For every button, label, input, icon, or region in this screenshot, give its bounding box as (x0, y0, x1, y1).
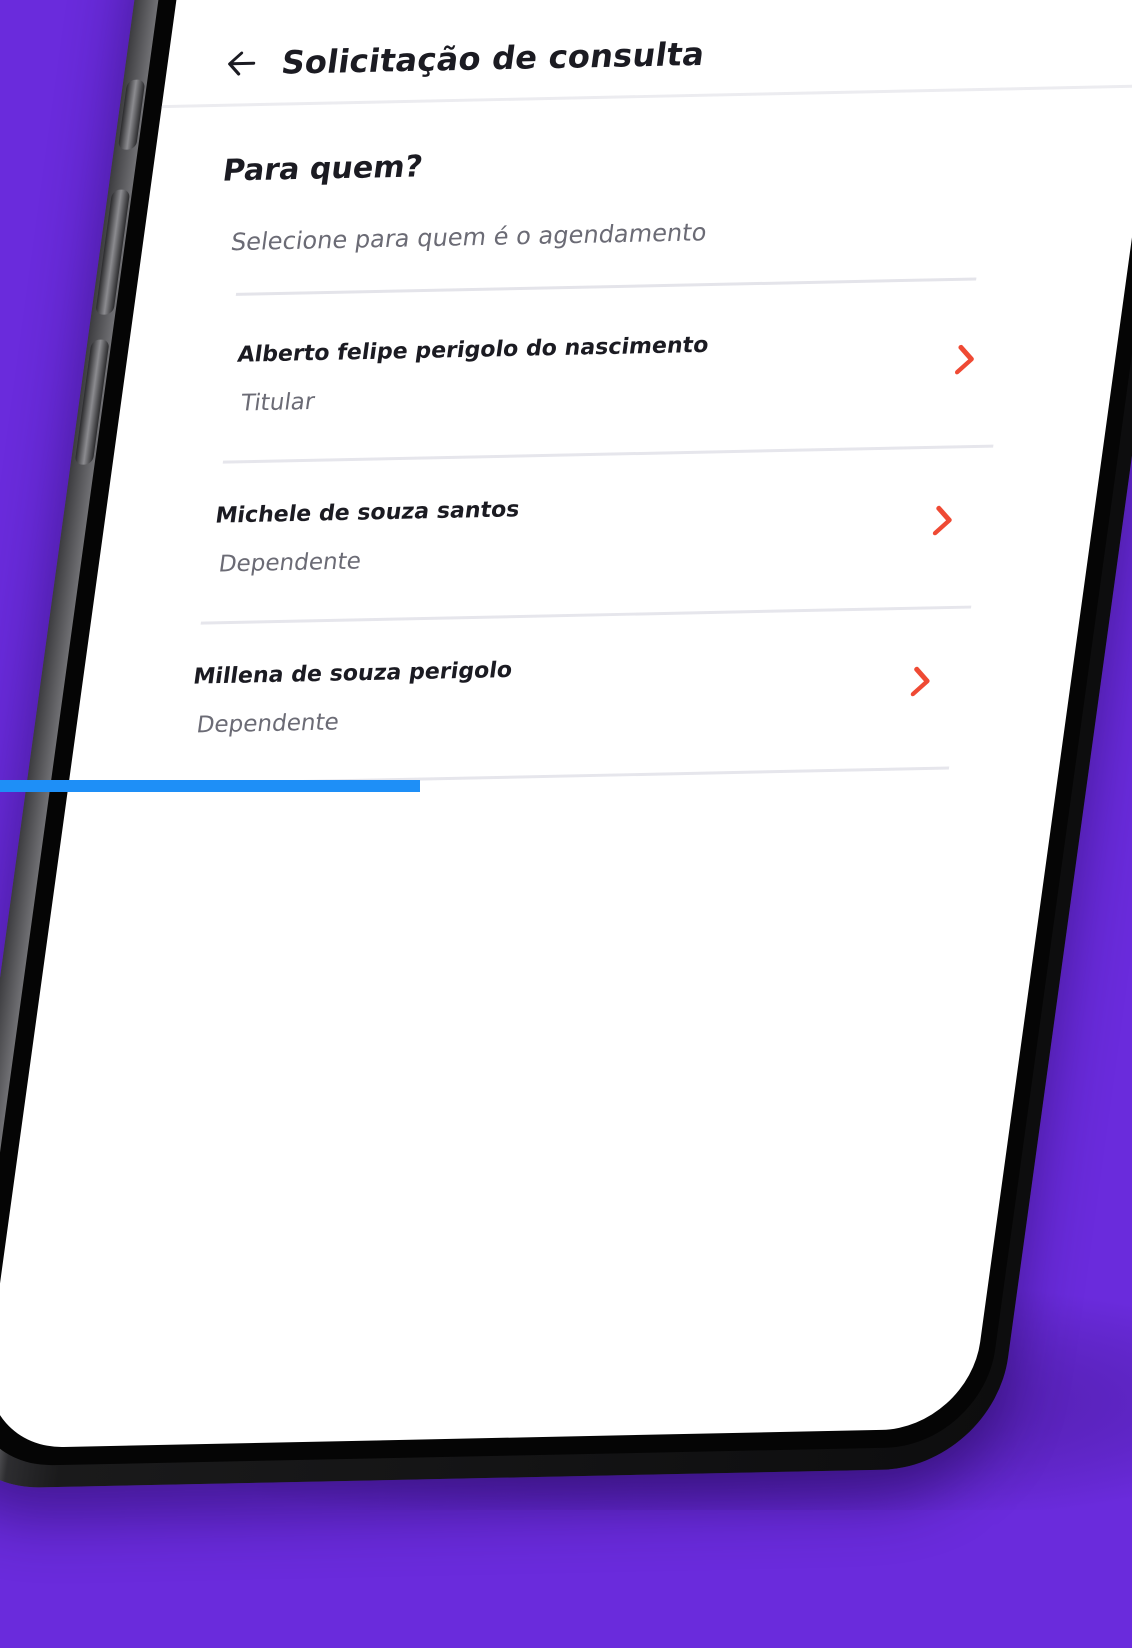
arrow-left-icon[interactable] (221, 45, 262, 82)
person-name: Millena de souza perigolo (191, 657, 514, 690)
section-subtitle: Selecione para quem é o agendamento (229, 218, 709, 257)
person-role: Dependente (217, 548, 363, 578)
person-role: Dependente (194, 709, 341, 739)
phone-mockup: Solicitação de consulta Para quem? Selec… (0, 0, 1132, 1490)
chevron-right-icon[interactable] (931, 504, 957, 536)
chevron-right-icon[interactable] (953, 343, 979, 375)
page-title: Solicitação de consulta (279, 34, 707, 82)
decorative-horizontal-line-blue (0, 780, 420, 792)
phone-screen: Solicitação de consulta Para quem? Selec… (0, 0, 1132, 1449)
person-name: Alberto felipe perigolo do nascimento (235, 332, 711, 368)
chevron-right-icon[interactable] (909, 665, 935, 697)
list-item-person-millena[interactable]: Millena de souza perigolo Dependente (178, 608, 971, 786)
list-item-person-michele[interactable]: Michele de souza santos Dependente (200, 447, 994, 625)
app-bar: Solicitação de consulta (161, 4, 1132, 109)
person-list: Alberto felipe perigolo do nascimento Ti… (68, 284, 1125, 788)
person-role: Titular (239, 388, 317, 417)
section-title: Para quem? (220, 149, 425, 189)
person-name: Michele de souza santos (213, 497, 522, 529)
list-item-person-alberto[interactable]: Alberto felipe perigolo do nascimento Ti… (222, 286, 1016, 464)
